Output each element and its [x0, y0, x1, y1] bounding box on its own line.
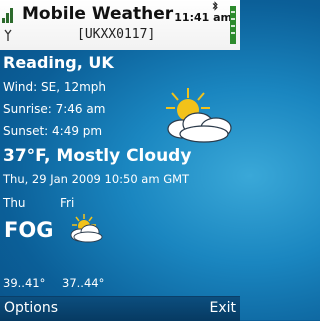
station-code: [UKXX0117]: [77, 27, 156, 42]
bluetooth-icon: [212, 1, 218, 11]
forecast-range: 37..44°: [62, 276, 105, 290]
title-bar: Mobile Weather [UKXX0117] 11:41 am: [0, 0, 240, 50]
sun-cloud-icon: [166, 88, 232, 143]
location-title: Reading, UK: [3, 53, 114, 72]
forecast-range: 39..41°: [3, 276, 46, 290]
options-softkey[interactable]: Options: [4, 300, 58, 316]
softkey-bar: Options Exit: [0, 296, 240, 321]
clock: 11:41 am: [174, 11, 232, 24]
exit-softkey[interactable]: Exit: [209, 300, 236, 316]
current-conditions: 37°F, Mostly Cloudy: [3, 146, 192, 166]
sun-cloud-icon: [70, 214, 103, 243]
signal-icon: [2, 8, 13, 23]
app-title: Mobile Weather: [22, 4, 174, 24]
weather-panel: Reading, UK Wind: SE, 12mph Sunrise: 7:4…: [0, 50, 240, 296]
antenna-icon: [4, 29, 12, 41]
sunrise-text: Sunrise: 7:46 am: [3, 102, 106, 116]
forecast-condition-text: FOG: [4, 218, 54, 242]
forecast-day: Thu: [3, 196, 26, 210]
battery-icon: [230, 6, 236, 44]
forecast-day: Fri: [60, 196, 75, 210]
wind-text: Wind: SE, 12mph: [3, 80, 107, 94]
sunset-text: Sunset: 4:49 pm: [3, 124, 103, 138]
observation-time: Thu, 29 Jan 2009 10:50 am GMT: [3, 172, 190, 186]
